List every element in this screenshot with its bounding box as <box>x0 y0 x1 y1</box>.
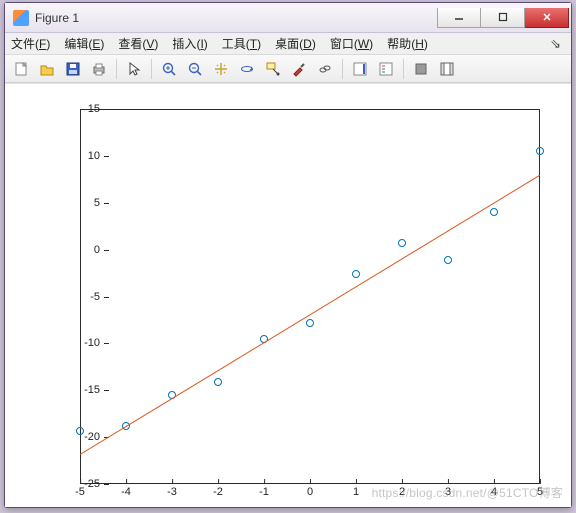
print-button[interactable] <box>87 58 111 80</box>
data-point <box>490 208 498 216</box>
hide-plot-tools-button[interactable] <box>409 58 433 80</box>
data-cursor-button[interactable] <box>261 58 285 80</box>
axes-box <box>80 109 540 484</box>
y-tick-label: 5 <box>70 197 100 209</box>
data-point <box>352 270 360 278</box>
zoom-in-button[interactable] <box>157 58 181 80</box>
y-tick-label: -5 <box>70 291 100 303</box>
plot-area[interactable]: -25-20-15-10-5051015-5-4-3-2-1012345 htt… <box>5 83 571 507</box>
menu-bar: 文件(F) 编辑(E) 查看(V) 插入(I) 工具(T) 桌面(D) 窗口(W… <box>5 33 571 55</box>
x-tick-label: 1 <box>353 486 359 498</box>
figure-window: Figure 1 文件(F) 编辑(E) 查看(V) 插入(I) 工具(T) 桌… <box>4 2 572 508</box>
y-tick-label: 15 <box>70 103 100 115</box>
show-plot-tools-button[interactable] <box>435 58 459 80</box>
x-tick-label: -4 <box>121 486 131 498</box>
menu-edit[interactable]: 编辑(E) <box>64 35 104 52</box>
matlab-icon <box>13 10 29 26</box>
zoom-out-button[interactable] <box>183 58 207 80</box>
menu-insert[interactable]: 插入(I) <box>172 35 207 52</box>
data-point <box>214 378 222 386</box>
menu-view[interactable]: 查看(V) <box>118 35 158 52</box>
x-tick-label: 0 <box>307 486 313 498</box>
title-bar[interactable]: Figure 1 <box>5 3 571 33</box>
menu-tools[interactable]: 工具(T) <box>222 35 261 52</box>
x-tick-label: -3 <box>167 486 177 498</box>
dock-arrow-icon[interactable]: ⇘ <box>550 36 565 52</box>
x-tick-label: -5 <box>75 486 85 498</box>
y-tick-label: -15 <box>70 384 100 396</box>
data-point <box>536 147 544 155</box>
data-point <box>444 256 452 264</box>
brush-button[interactable] <box>287 58 311 80</box>
data-point <box>76 427 84 435</box>
menu-window[interactable]: 窗口(W) <box>330 35 373 52</box>
data-point <box>398 239 406 247</box>
new-figure-button[interactable] <box>9 58 33 80</box>
open-button[interactable] <box>35 58 59 80</box>
pan-button[interactable] <box>209 58 233 80</box>
rotate3d-button[interactable] <box>235 58 259 80</box>
y-tick-label: -10 <box>70 337 100 349</box>
insert-colorbar-button[interactable] <box>348 58 372 80</box>
toolbar <box>5 55 571 83</box>
data-point <box>306 319 314 327</box>
minimize-button[interactable] <box>437 8 481 28</box>
window-title: Figure 1 <box>35 11 437 25</box>
watermark: https://blog.csdn.net/@51CTO博客 <box>372 484 563 501</box>
y-tick-label: -20 <box>70 431 100 443</box>
link-data-button[interactable] <box>313 58 337 80</box>
menu-file[interactable]: 文件(F) <box>11 35 50 52</box>
close-button[interactable] <box>525 8 569 28</box>
menu-desktop[interactable]: 桌面(D) <box>275 35 316 52</box>
maximize-button[interactable] <box>481 8 525 28</box>
menu-help[interactable]: 帮助(H) <box>387 35 428 52</box>
x-tick-label: -1 <box>259 486 269 498</box>
save-button[interactable] <box>61 58 85 80</box>
pointer-button[interactable] <box>122 58 146 80</box>
y-tick-label: 10 <box>70 150 100 162</box>
x-tick-label: -2 <box>213 486 223 498</box>
insert-legend-button[interactable] <box>374 58 398 80</box>
y-tick-label: 0 <box>70 244 100 256</box>
